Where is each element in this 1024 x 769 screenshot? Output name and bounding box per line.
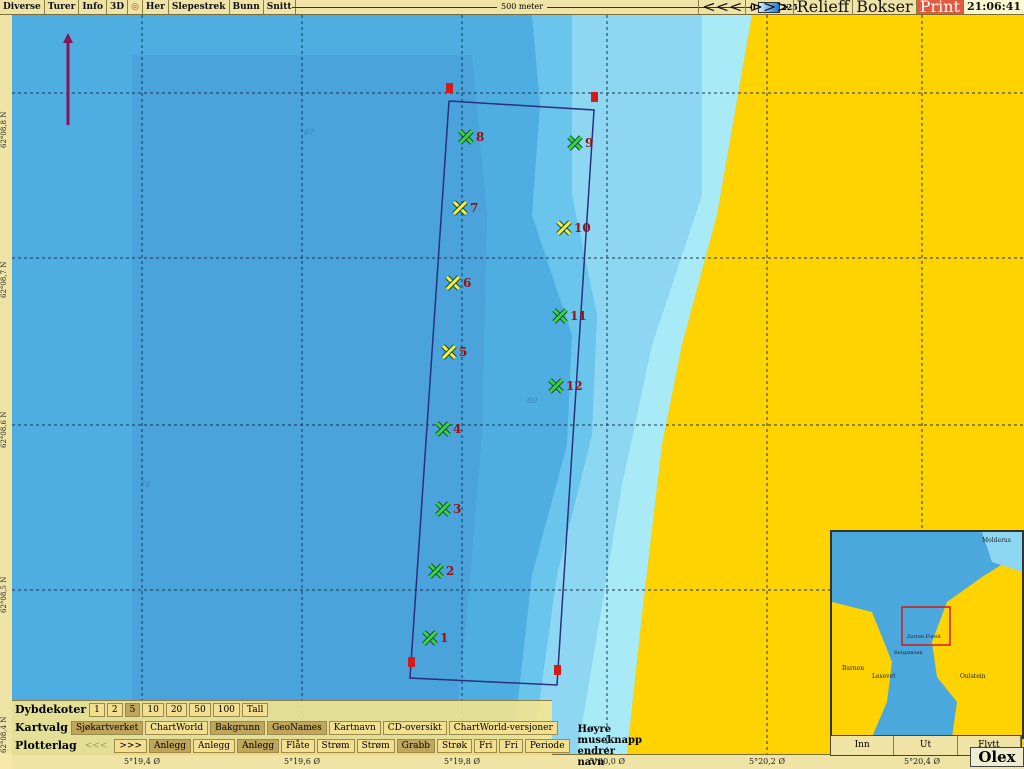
marker-label: 12 xyxy=(566,379,583,393)
marker-label: 2 xyxy=(446,564,454,578)
chart-chartworld[interactable]: ChartWorld xyxy=(145,720,209,735)
overview-svg: Molderus Barnen Lesevet Oulstein Zorten … xyxy=(832,532,1022,737)
nav-forward-button[interactable]: >>> xyxy=(745,0,792,15)
contour-100[interactable]: 100 xyxy=(212,702,240,717)
layer-anlegg-2[interactable]: Anlegg xyxy=(193,738,236,753)
menu-diverse[interactable]: Diverse xyxy=(0,0,45,14)
menu-turer[interactable]: Turer xyxy=(45,0,80,14)
depth-sounding: 60 xyxy=(527,396,537,405)
depth-sounding: 78 xyxy=(140,480,150,489)
scale-bar: 500 meter xyxy=(292,0,752,14)
layer-anlegg-3[interactable]: Anlegg xyxy=(237,738,280,753)
marker-label: 4 xyxy=(453,422,461,436)
lat-label: 62°08,7 N xyxy=(0,261,8,299)
longitude-axis: 5°19,4 Ø 5°19,6 Ø 5°19,8 Ø 5°20,0 Ø 5°20… xyxy=(12,754,1024,769)
contour-1[interactable]: 1 xyxy=(89,702,105,717)
print-button[interactable]: Print xyxy=(915,0,963,15)
layer-fri-1[interactable]: Fri xyxy=(473,738,498,753)
plotter-row: Plotterlag <<< >>> Anlegg Anlegg Anlegg … xyxy=(12,724,642,768)
clock: 21:06:41 xyxy=(962,0,1024,14)
layer-flate[interactable]: Flåte xyxy=(281,738,315,753)
layer-strom-1[interactable]: Strøm xyxy=(316,738,355,753)
plotter-next[interactable]: >>> xyxy=(114,738,147,753)
marker-label: 1 xyxy=(440,631,448,645)
contour-50[interactable]: 50 xyxy=(189,702,211,717)
chart-select-row: Kartvalg Sjøkartverket ChartWorld Bakgru… xyxy=(12,719,560,736)
contour-numbers[interactable]: Tall xyxy=(241,702,269,717)
marker-label: 11 xyxy=(570,309,587,323)
lon-label: 5°20,2 Ø xyxy=(748,757,786,766)
lat-label: 62°08,5 N xyxy=(0,576,8,614)
lon-label: 5°20,4 Ø xyxy=(903,757,941,766)
marker-label: 9 xyxy=(585,136,593,150)
place-label: Barnen xyxy=(842,665,864,672)
place-label: Zorten Forelt xyxy=(907,634,941,640)
layer-periode[interactable]: Periode xyxy=(524,738,570,753)
place-label: Oulstein xyxy=(960,673,986,680)
target-icon[interactable]: ◎ xyxy=(128,0,143,14)
plotter-label: Plotterlag xyxy=(15,739,77,752)
contour-5[interactable]: 5 xyxy=(124,702,141,717)
chart-sjokartverket[interactable]: Sjøkartverket xyxy=(70,720,144,735)
marker-label: 8 xyxy=(476,130,484,144)
menu-slepestrek[interactable]: Slepestrek xyxy=(169,0,230,14)
lat-label: 62°08,8 N xyxy=(0,111,8,149)
zoom-in-button[interactable]: Inn xyxy=(831,736,895,755)
lon-label: 5°19,6 Ø xyxy=(283,757,321,766)
plotter-hint: Høyre museknapp endrer navn xyxy=(577,723,643,768)
marker-label: 3 xyxy=(453,502,461,516)
depth-sounding: 87 xyxy=(304,128,315,137)
chart-background[interactable]: Bakgrunn xyxy=(210,720,266,735)
menu-info[interactable]: Info xyxy=(79,0,107,14)
marker-label: 6 xyxy=(463,276,471,290)
menu-her[interactable]: Her xyxy=(143,0,169,14)
overview-map[interactable]: Molderus Barnen Lesevet Oulstein Zorten … xyxy=(830,530,1024,739)
lat-label: 62°08,4 N xyxy=(0,716,8,754)
lon-label: 5°19,4 Ø xyxy=(123,757,161,766)
marker-label: 10 xyxy=(574,221,591,235)
marker-label: 7 xyxy=(470,201,478,215)
zoom-out-button[interactable]: Ut xyxy=(894,736,958,755)
chart-select-label: Kartvalg xyxy=(15,721,68,734)
layer-strom-2[interactable]: Strøm xyxy=(356,738,395,753)
boxes-button[interactable]: Bokser xyxy=(852,0,915,15)
lat-label: 62°08,6 N xyxy=(0,411,8,449)
layer-grabb[interactable]: Grabb xyxy=(396,738,436,753)
relief-button[interactable]: Relieff xyxy=(792,0,853,15)
nav-back-button[interactable]: <<< xyxy=(698,0,745,15)
control-panel: Dybdekoter 1 2 5 10 20 50 100 Tall Kartv… xyxy=(12,700,642,768)
place-label: Lesevet xyxy=(872,673,896,680)
depth-contour-row: Dybdekoter 1 2 5 10 20 50 100 Tall xyxy=(12,701,270,718)
menu-3d[interactable]: 3D xyxy=(107,0,129,14)
contour-2[interactable]: 2 xyxy=(106,702,123,717)
olex-logo: Olex xyxy=(970,747,1024,767)
contour-20[interactable]: 20 xyxy=(165,702,188,717)
scale-text: 500 meter xyxy=(497,0,547,14)
depth-contour-label: Dybdekoter xyxy=(15,703,87,716)
menu-bunn[interactable]: Bunn xyxy=(230,0,264,14)
place-label: Molderus xyxy=(982,537,1011,544)
right-toolbar: <<< >>> Relieff Bokser Print 21:06:41 xyxy=(698,0,1024,15)
contour-10[interactable]: 10 xyxy=(142,702,164,717)
plotter-prev[interactable]: <<< xyxy=(80,739,113,753)
layer-fri-2[interactable]: Fri xyxy=(499,738,523,753)
marker-label: 5 xyxy=(459,345,467,359)
chart-names[interactable]: Kartnavn xyxy=(328,720,381,735)
layer-strok[interactable]: Strøk xyxy=(437,738,472,753)
lon-label: 5°19,8 Ø xyxy=(443,757,481,766)
layer-anlegg-1[interactable]: Anlegg xyxy=(149,738,192,753)
chart-chartworld-versions[interactable]: ChartWorld-versjoner xyxy=(448,720,558,735)
sea-deepest-area xyxy=(132,55,487,754)
chart-cd-overview[interactable]: CD-oversikt xyxy=(382,720,447,735)
place-label: Bergsmoen xyxy=(894,650,924,656)
chart-geonames[interactable]: GeoNames xyxy=(267,720,327,735)
menu-snitt[interactable]: Snitt xyxy=(264,0,296,14)
